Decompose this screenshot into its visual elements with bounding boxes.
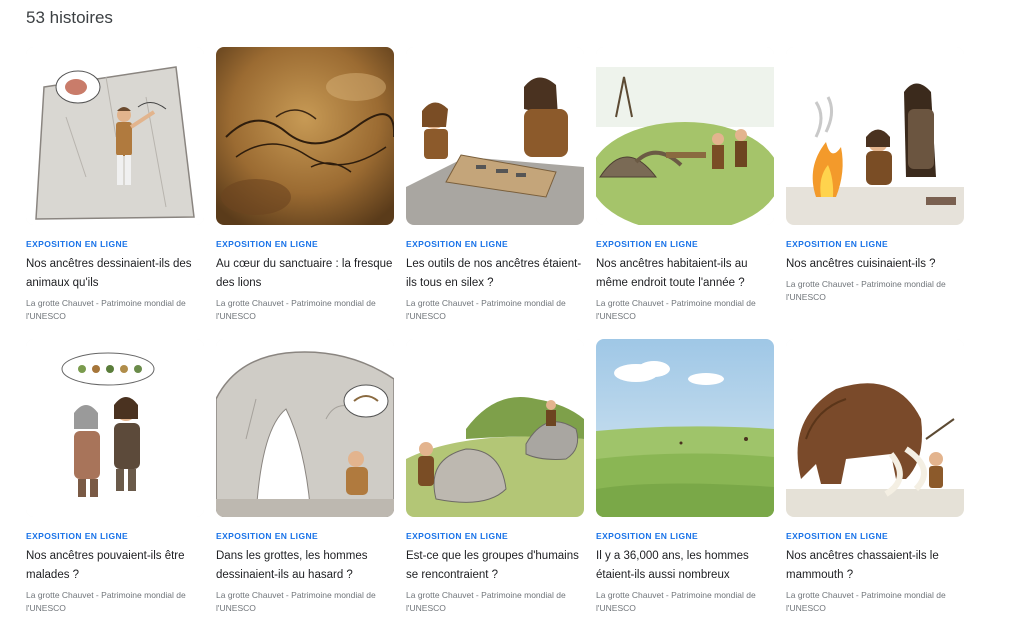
story-title[interactable]: Nos ancêtres dessinaient-ils des animaux… — [26, 255, 204, 293]
groups-meeting-illustration — [406, 339, 584, 517]
cooking-fire-illustration — [786, 47, 964, 225]
green-plain-illustration — [596, 339, 774, 517]
story-title[interactable]: Est-ce que les groupes d'humains se renc… — [406, 547, 584, 585]
story-card[interactable]: EXPOSITION EN LIGNE Nos ancêtres habitai… — [596, 47, 774, 339]
story-source: La grotte Chauvet - Patrimoine mondial d… — [596, 590, 756, 613]
story-category: EXPOSITION EN LIGNE — [786, 239, 889, 249]
story-category: EXPOSITION EN LIGNE — [406, 239, 509, 249]
cave-fresco-photo — [216, 47, 394, 225]
story-title[interactable]: Au cœur du sanctuaire : la fresque des l… — [216, 255, 394, 293]
story-card[interactable]: EXPOSITION EN LIGNE Nos ancêtres pouvaie… — [26, 339, 204, 631]
story-title[interactable]: Nos ancêtres pouvaient-ils être malades … — [26, 547, 204, 585]
cave-entrance-illustration — [216, 339, 394, 517]
stories-grid: EXPOSITION EN LIGNE Nos ancêtres dessina… — [26, 47, 976, 631]
cavemen-tools-illustration — [406, 47, 584, 225]
story-source: La grotte Chauvet - Patrimoine mondial d… — [786, 279, 946, 302]
story-category: EXPOSITION EN LIGNE — [786, 531, 889, 541]
story-card[interactable]: EXPOSITION EN LIGNE Nos ancêtres chassai… — [786, 339, 964, 631]
story-source: La grotte Chauvet - Patrimoine mondial d… — [26, 298, 186, 321]
story-card[interactable]: EXPOSITION EN LIGNE Dans les grottes, le… — [216, 339, 394, 631]
story-category: EXPOSITION EN LIGNE — [216, 531, 319, 541]
story-thumbnail[interactable] — [216, 339, 394, 517]
story-source: La grotte Chauvet - Patrimoine mondial d… — [216, 590, 376, 613]
story-source: La grotte Chauvet - Patrimoine mondial d… — [786, 590, 946, 613]
story-thumbnail[interactable] — [216, 47, 394, 225]
story-source: La grotte Chauvet - Patrimoine mondial d… — [26, 590, 186, 613]
story-title[interactable]: Nos ancêtres cuisinaient-ils ? — [786, 255, 964, 274]
story-thumbnail[interactable] — [786, 339, 964, 517]
story-card[interactable]: EXPOSITION EN LIGNE Nos ancêtres cuisina… — [786, 47, 964, 339]
story-title[interactable]: Il y a 36,000 ans, les hommes étaient-il… — [596, 547, 774, 585]
story-title[interactable]: Nos ancêtres habitaient-ils au même endr… — [596, 255, 774, 293]
story-title[interactable]: Les outils de nos ancêtres étaient-ils t… — [406, 255, 584, 293]
story-thumbnail[interactable] — [406, 339, 584, 517]
story-category: EXPOSITION EN LIGNE — [26, 531, 129, 541]
story-thumbnail[interactable] — [786, 47, 964, 225]
story-source: La grotte Chauvet - Patrimoine mondial d… — [406, 590, 566, 613]
story-card[interactable]: EXPOSITION EN LIGNE Il y a 36,000 ans, l… — [596, 339, 774, 631]
story-title[interactable]: Nos ancêtres chassaient-ils le mammouth … — [786, 547, 964, 585]
story-thumbnail[interactable] — [406, 47, 584, 225]
story-source: La grotte Chauvet - Patrimoine mondial d… — [216, 298, 376, 321]
story-category: EXPOSITION EN LIGNE — [596, 239, 699, 249]
story-thumbnail[interactable] — [26, 47, 204, 225]
story-title[interactable]: Dans les grottes, les hommes dessinaient… — [216, 547, 394, 585]
mammoth-hunt-illustration — [786, 339, 964, 517]
story-category: EXPOSITION EN LIGNE — [216, 239, 319, 249]
story-thumbnail[interactable] — [26, 339, 204, 517]
story-category: EXPOSITION EN LIGNE — [596, 531, 699, 541]
page-title: 53 histoires — [26, 8, 113, 27]
caveman-drawing-illustration — [26, 47, 204, 225]
story-card[interactable]: EXPOSITION EN LIGNE Nos ancêtres dessina… — [26, 47, 204, 339]
healer-plants-illustration — [26, 339, 204, 517]
story-category: EXPOSITION EN LIGNE — [26, 239, 129, 249]
story-thumbnail[interactable] — [596, 339, 774, 517]
story-thumbnail[interactable] — [596, 47, 774, 225]
story-card[interactable]: EXPOSITION EN LIGNE Les outils de nos an… — [406, 47, 584, 339]
story-source: La grotte Chauvet - Patrimoine mondial d… — [596, 298, 756, 321]
story-card[interactable]: EXPOSITION EN LIGNE Au cœur du sanctuair… — [216, 47, 394, 339]
story-card[interactable]: EXPOSITION EN LIGNE Est-ce que les group… — [406, 339, 584, 631]
camp-huts-illustration — [596, 47, 774, 225]
story-source: La grotte Chauvet - Patrimoine mondial d… — [406, 298, 566, 321]
story-category: EXPOSITION EN LIGNE — [406, 531, 509, 541]
